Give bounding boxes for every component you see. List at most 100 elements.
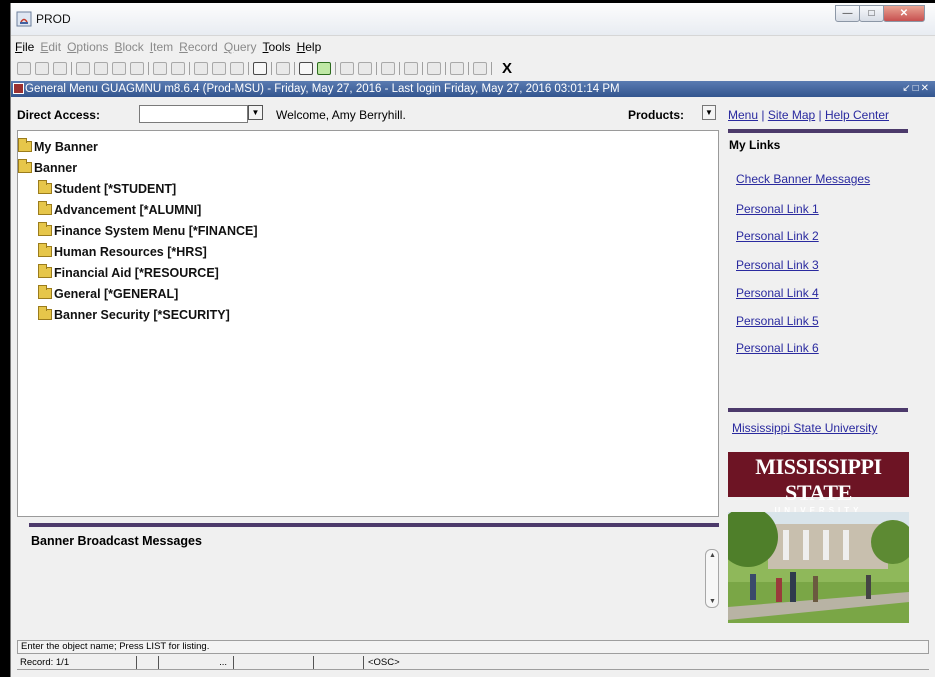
personal-link[interactable]: Personal Link 5 xyxy=(736,314,819,328)
toolbar-separator xyxy=(148,61,149,75)
toolbar-separator xyxy=(248,61,249,75)
tree-node[interactable]: Banner Security [*SECURITY] xyxy=(18,304,718,325)
maximize-icon[interactable]: □ xyxy=(859,5,884,22)
menu-item[interactable]: Item xyxy=(150,40,173,54)
tree-node[interactable]: Student [*STUDENT] xyxy=(18,178,718,199)
tree-node[interactable]: General [*GENERAL] xyxy=(18,283,718,304)
menu-link[interactable]: Menu xyxy=(728,108,758,122)
toolbar-separator xyxy=(71,61,72,75)
menu-help[interactable]: Help xyxy=(297,40,322,54)
help-icon[interactable] xyxy=(450,61,464,75)
network-icon[interactable] xyxy=(404,61,418,75)
tree-node-label: Banner Security [*SECURITY] xyxy=(54,307,230,322)
java-app-icon xyxy=(16,11,32,27)
open-folder-icon[interactable] xyxy=(253,61,267,75)
minimize-icon[interactable]: — xyxy=(835,5,860,22)
query-icon[interactable] xyxy=(153,61,167,75)
print-block-icon[interactable] xyxy=(112,61,126,75)
duplicate-record-icon[interactable] xyxy=(230,61,244,75)
status-segment xyxy=(136,656,158,669)
menu-tree: My Banner Banner Student [*STUDENT] Advance… xyxy=(17,130,719,517)
direct-access-dropdown-icon[interactable]: ▼ xyxy=(248,105,263,120)
exit-button[interactable]: X xyxy=(502,60,512,77)
execute-query-icon[interactable] xyxy=(171,61,185,75)
personal-link[interactable]: Personal Link 6 xyxy=(736,341,819,355)
toolbar-separator xyxy=(376,61,377,75)
personal-link[interactable]: Personal Link 1 xyxy=(736,202,819,216)
tree-node[interactable]: Banner xyxy=(18,157,718,178)
tree-collapse-icon[interactable] xyxy=(358,61,372,75)
form-title: General Menu GUAGMNU m8.6.4 (Prod-MSU) -… xyxy=(25,83,620,95)
menu-tools[interactable]: Tools xyxy=(263,40,291,54)
general-menu-form: General Menu GUAGMNU m8.6.4 (Prod-MSU) -… xyxy=(11,81,935,677)
campus-photo[interactable] xyxy=(728,512,909,623)
msu-logo[interactable]: MISSISSIPPI STATE UNIVERSITY xyxy=(728,452,909,515)
menu-mnemonic: O xyxy=(67,40,77,54)
folder-icon xyxy=(18,138,32,152)
toolbar-separator xyxy=(491,61,492,75)
tree-node[interactable]: Financial Aid [*RESOURCE] xyxy=(18,262,718,283)
tree-node[interactable]: My Banner xyxy=(18,136,718,157)
toolbar-separator xyxy=(445,61,446,75)
direct-access-row: Direct Access: ▼ Welcome, Amy Berryhill.… xyxy=(17,105,721,125)
tree-node-label: Advancement [*ALUMNI] xyxy=(54,202,202,217)
tree-node-label: Finance System Menu [*FINANCE] xyxy=(54,223,258,238)
clear-block-icon[interactable] xyxy=(130,61,144,75)
direct-access-input[interactable] xyxy=(139,105,248,123)
tree-expand-icon[interactable] xyxy=(340,61,354,75)
toolbar-separator xyxy=(335,61,336,75)
university-link[interactable]: Mississippi State University xyxy=(732,421,877,435)
lightbulb-icon[interactable] xyxy=(473,61,487,75)
broadcast-title: Banner Broadcast Messages xyxy=(31,534,202,548)
top-links: Menu | Site Map | Help Center xyxy=(728,108,889,122)
tree-node[interactable]: Finance System Menu [*FINANCE] xyxy=(18,220,718,241)
previous-block-icon[interactable] xyxy=(76,61,90,75)
menu-record[interactable]: Record xyxy=(179,40,218,54)
window-controls: — □ ✕ xyxy=(835,5,925,22)
products-dropdown-icon[interactable]: ▼ xyxy=(702,105,716,120)
edit-icon[interactable] xyxy=(427,61,441,75)
personal-link[interactable]: Personal Link 2 xyxy=(736,229,819,243)
menu-options[interactable]: Options xyxy=(67,40,108,54)
search-icon[interactable] xyxy=(299,61,313,75)
folder-icon xyxy=(38,201,52,215)
menu-label: tem xyxy=(153,40,174,54)
remove-record-icon[interactable] xyxy=(212,61,226,75)
record-counter: Record: 1/1 xyxy=(20,657,70,668)
help-center-link[interactable]: Help Center xyxy=(825,108,889,122)
menu-edit[interactable]: Edit xyxy=(40,40,61,54)
tree-node[interactable]: Human Resources [*HRS] xyxy=(18,241,718,262)
menu-label: dit xyxy=(48,40,62,54)
site-map-link[interactable]: Site Map xyxy=(768,108,815,122)
tree-node[interactable]: Advancement [*ALUMNI] xyxy=(18,199,718,220)
rollback-icon[interactable] xyxy=(35,61,49,75)
document-icon[interactable] xyxy=(53,61,67,75)
insert-record-icon[interactable] xyxy=(194,61,208,75)
menu-label: ile xyxy=(22,40,35,54)
next-block-icon[interactable] xyxy=(94,61,108,75)
close-icon[interactable]: ✕ xyxy=(883,5,925,22)
my-links-title: My Links xyxy=(729,138,781,152)
add-icon[interactable] xyxy=(317,61,331,75)
menu-file[interactable]: File xyxy=(15,40,34,54)
form-titlebar: General Menu GUAGMNU m8.6.4 (Prod-MSU) -… xyxy=(11,81,935,97)
tree-node-label: Financial Aid [*RESOURCE] xyxy=(54,265,219,280)
broadcast-scrollbar[interactable]: ▲ ▼ xyxy=(705,549,719,608)
save-icon[interactable] xyxy=(17,61,31,75)
window-titlebar[interactable]: PROD — □ ✕ xyxy=(11,3,935,36)
products-label: Products: xyxy=(628,108,685,122)
folder-icon xyxy=(38,222,52,236)
broadcast-divider xyxy=(29,523,719,527)
personal-link[interactable]: Personal Link 4 xyxy=(736,286,819,300)
menu-query[interactable]: Query xyxy=(224,40,257,54)
menu-block[interactable]: Block xyxy=(114,40,143,54)
check-banner-messages-link[interactable]: Check Banner Messages xyxy=(736,172,870,186)
print-icon[interactable] xyxy=(276,61,290,75)
welcome-message: Welcome, Amy Berryhill. xyxy=(276,108,406,122)
back-icon[interactable] xyxy=(381,61,395,75)
folder-icon xyxy=(38,264,52,278)
personal-link[interactable]: Personal Link 3 xyxy=(736,258,819,272)
scroll-down-icon[interactable]: ▼ xyxy=(709,598,716,605)
scroll-up-icon[interactable]: ▲ xyxy=(709,552,716,559)
form-window-controls[interactable]: ↙□✕ xyxy=(902,81,931,97)
